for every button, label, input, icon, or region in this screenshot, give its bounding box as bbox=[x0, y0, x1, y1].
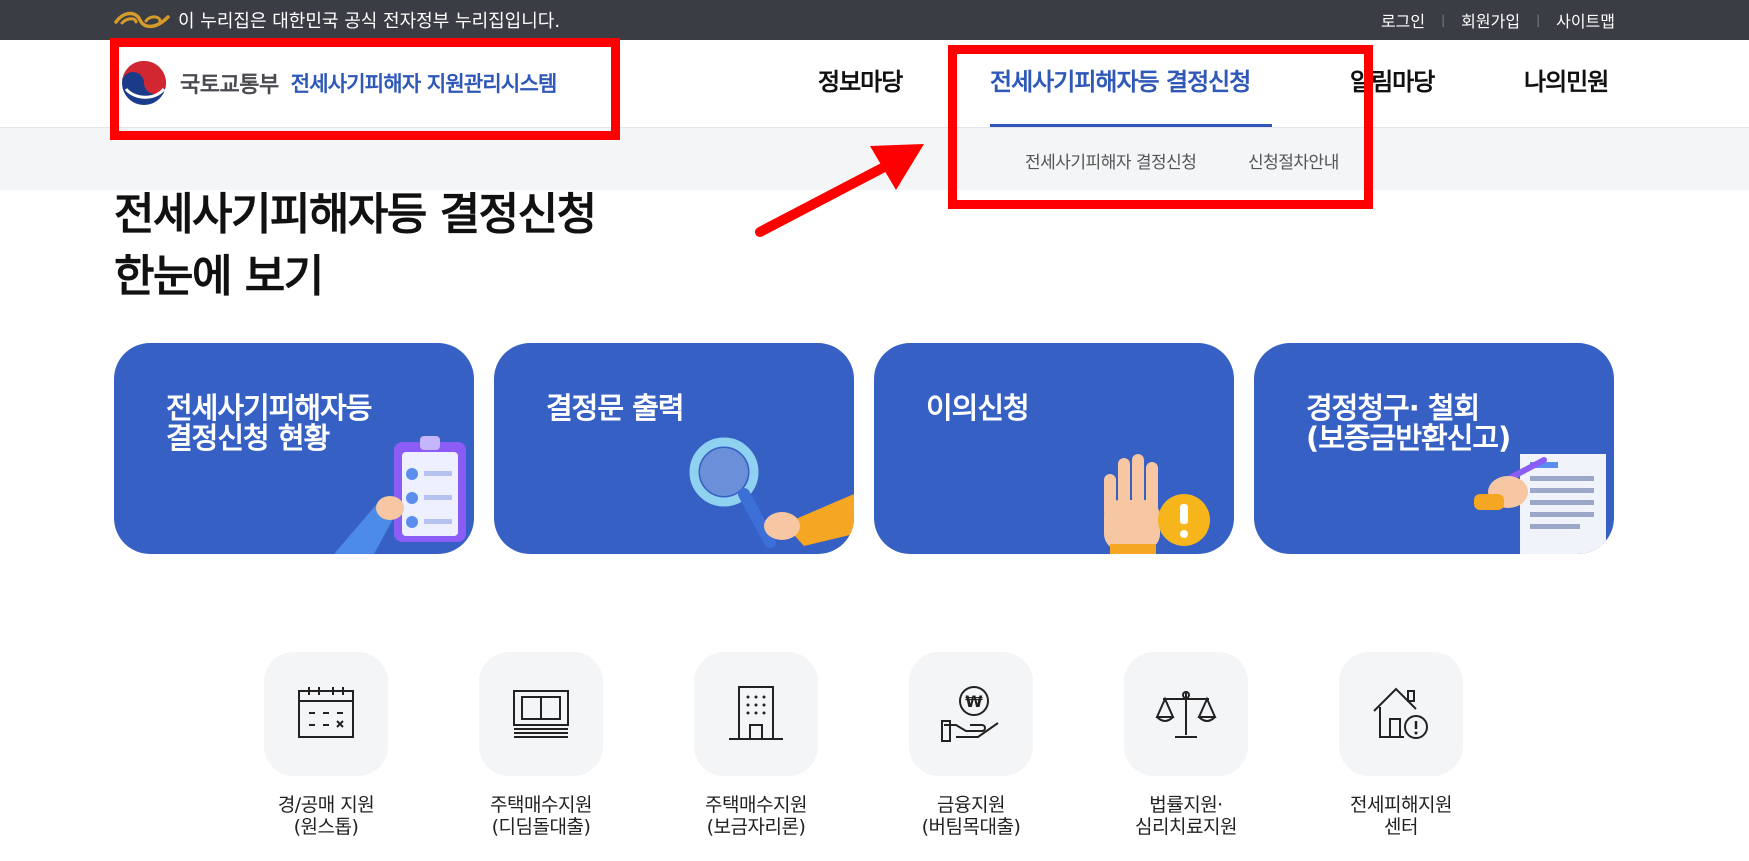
annotation-box-nav bbox=[948, 45, 1373, 209]
quick-icon-box: ₩ bbox=[909, 652, 1033, 776]
nav-info[interactable]: 정보마당 bbox=[818, 40, 903, 128]
card-title: 이의신청 bbox=[926, 391, 1030, 425]
house-alert-icon bbox=[1373, 687, 1428, 739]
quick-icon-box bbox=[479, 652, 603, 776]
utility-links: 로그인 | 회원가입 | 사이트맵 bbox=[1381, 0, 1615, 40]
page-title-line2: 한눈에 보기 bbox=[114, 251, 324, 302]
quick-link-label: 주택매수지원 (디딤돌대출) bbox=[490, 794, 592, 838]
page-title: 전세사기피해자등 결정신청 한눈에 보기 bbox=[114, 184, 597, 308]
quick-link-didimdol-loan[interactable]: 주택매수지원 (디딤돌대출) bbox=[479, 652, 603, 838]
scales-icon bbox=[1155, 691, 1217, 738]
quick-link-bogeumjari-loan[interactable]: 주택매수지원 (보금자리론) bbox=[694, 652, 818, 838]
quick-link-label: 법률지원· 심리치료지원 bbox=[1135, 794, 1237, 838]
nav-my-complaints[interactable]: 나의민원 bbox=[1524, 40, 1609, 128]
divider: | bbox=[1441, 13, 1446, 27]
card-objection[interactable]: 이의신청 bbox=[874, 343, 1234, 554]
magnifier-icon bbox=[689, 437, 854, 548]
quick-icon-box bbox=[1339, 652, 1463, 776]
quick-link-beotimmok-loan[interactable]: ₩ 금융지원 (버팀목대출) bbox=[909, 652, 1033, 838]
gov-notice-text: 이 누리집은 대한민국 공식 전자정부 누리집입니다. bbox=[178, 11, 561, 32]
card-application-status[interactable]: 전세사기피해자등 결정신청 현황 bbox=[114, 343, 474, 554]
sitemap-link[interactable]: 사이트맵 bbox=[1556, 8, 1615, 32]
won-coin-hand-icon: ₩ bbox=[941, 686, 999, 742]
egov-logo-icon bbox=[114, 11, 170, 29]
svg-text:₩: ₩ bbox=[965, 692, 983, 711]
card-decision-print[interactable]: 결정문 출력 bbox=[494, 343, 854, 554]
clipboard-checklist-icon bbox=[334, 436, 466, 554]
annotation-box-logo bbox=[110, 38, 620, 140]
divider: | bbox=[1536, 13, 1541, 27]
banknotes-icon bbox=[513, 690, 569, 738]
quick-link-auction-support[interactable]: 경/공매 지원 (원스톱) bbox=[264, 652, 388, 838]
card-correction-withdrawal[interactable]: 경정청구· 철회 (보증금반환신고) bbox=[1254, 343, 1614, 554]
raised-hand-alert-icon bbox=[1104, 454, 1210, 554]
login-link[interactable]: 로그인 bbox=[1381, 8, 1425, 32]
document-signing-icon bbox=[1474, 454, 1606, 554]
quick-link-damage-support-center[interactable]: 전세피해지원 센터 bbox=[1339, 652, 1463, 838]
quick-icon-box bbox=[694, 652, 818, 776]
gov-notice: 이 누리집은 대한민국 공식 전자정부 누리집입니다. bbox=[114, 0, 560, 40]
quick-icon-box bbox=[264, 652, 388, 776]
quick-link-label: 주택매수지원 (보금자리론) bbox=[705, 794, 807, 838]
gov-banner: 이 누리집은 대한민국 공식 전자정부 누리집입니다. 로그인 | 회원가입 |… bbox=[0, 0, 1749, 40]
annotation-arrow-icon bbox=[755, 144, 924, 237]
quick-link-label: 경/공매 지원 (원스톱) bbox=[277, 794, 375, 838]
signup-link[interactable]: 회원가입 bbox=[1461, 8, 1520, 32]
quick-icon-box bbox=[1124, 652, 1248, 776]
quick-link-label: 금융지원 (버팀목대출) bbox=[921, 794, 1021, 838]
building-icon bbox=[729, 686, 783, 740]
page-title-line1: 전세사기피해자등 결정신청 bbox=[114, 189, 597, 240]
quick-link-label: 전세피해지원 센터 bbox=[1350, 794, 1452, 838]
calendar-icon bbox=[298, 687, 354, 738]
quick-link-legal-support[interactable]: 법률지원· 심리치료지원 bbox=[1124, 652, 1248, 838]
